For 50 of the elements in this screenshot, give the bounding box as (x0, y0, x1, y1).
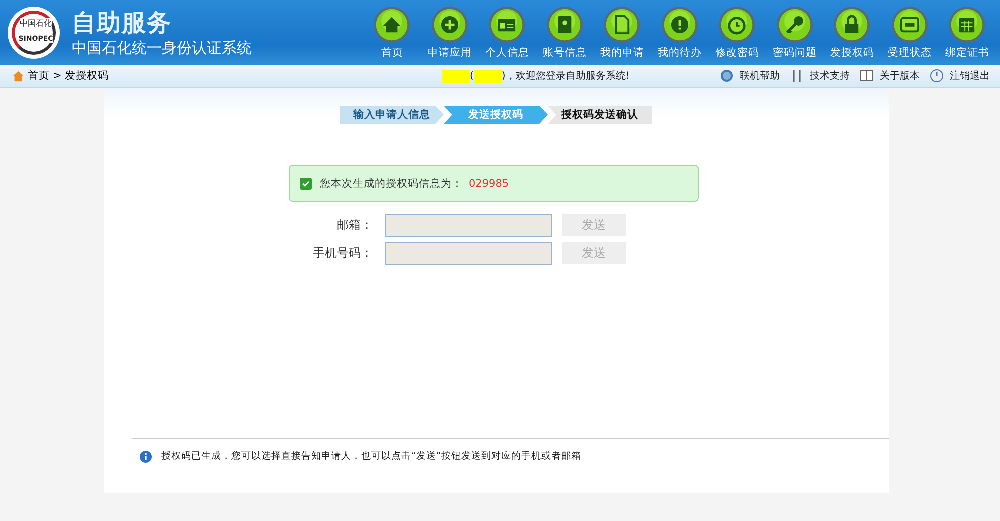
app-subtitle: 中国石化统一身份认证系统 (72, 39, 252, 58)
clock-icon (718, 6, 756, 44)
auth-code: 029985 (469, 178, 510, 190)
header-link[interactable]: 技术支持 (790, 69, 850, 83)
field-label: 邮箱： (336, 216, 373, 234)
nav-item[interactable]: 密码问题 (766, 6, 824, 60)
welcome-text: )，欢迎您登录自助服务系统! (502, 70, 630, 83)
screen-icon (890, 6, 929, 44)
nav-item[interactable]: 发授权码 (824, 6, 881, 60)
header-link[interactable]: 注销退出 (930, 69, 990, 83)
help-icon (720, 69, 734, 83)
nav-item[interactable]: 首页 (364, 6, 421, 60)
input-field[interactable] (385, 242, 552, 264)
field-label: 手机号码： (312, 244, 373, 262)
home-icon (12, 70, 25, 82)
wizard-step: 输入申请人信息 (340, 106, 444, 124)
book-icon (860, 69, 874, 83)
app-title: 自助服务 (72, 8, 173, 39)
breadcrumb-current: > 发授权码 (53, 69, 110, 83)
info-icon (140, 450, 152, 462)
message-text: 您本次生成的授权码信息为： (320, 176, 463, 190)
home-icon (373, 6, 412, 44)
book-icon (546, 6, 584, 44)
wizard-step: 发送授权码 (444, 106, 548, 124)
power-icon (930, 69, 944, 83)
wizard-step: 授权码发送确认 (548, 106, 652, 124)
calendar-icon (948, 6, 986, 44)
nav-item[interactable]: 账号信息 (536, 6, 594, 60)
header-link[interactable]: 关于版本 (860, 69, 920, 83)
note-text: 授权码已生成，您可以选择直接告知申请人，也可以点击“发送”按钮发送到对应的手机或者邮箱 (162, 450, 582, 463)
nav-item[interactable]: 个人信息 (478, 6, 536, 60)
card-icon (488, 6, 526, 44)
nav-item[interactable]: 申请应用 (421, 6, 478, 60)
alert-icon (660, 6, 699, 44)
breadcrumb-home[interactable]: 首页 (28, 69, 50, 83)
key-icon (776, 6, 814, 44)
lock-icon (833, 6, 872, 44)
nav-item[interactable]: 我的待办 (651, 6, 708, 60)
input-field[interactable] (385, 214, 552, 236)
paren-text: ( (470, 70, 474, 82)
nav-item[interactable]: 修改密码 (708, 6, 766, 60)
plus-icon (430, 6, 469, 44)
nav-item[interactable]: 受理状态 (881, 6, 938, 60)
nav-item[interactable]: 我的申请 (594, 6, 651, 60)
redacted-mark (474, 70, 502, 82)
nav-item[interactable]: 绑定证书 (938, 6, 996, 60)
doc-icon (603, 6, 642, 44)
header-link[interactable]: 联机帮助 (720, 69, 780, 83)
redacted-mark (442, 70, 470, 82)
logo-text: 中国石化 (20, 18, 52, 29)
